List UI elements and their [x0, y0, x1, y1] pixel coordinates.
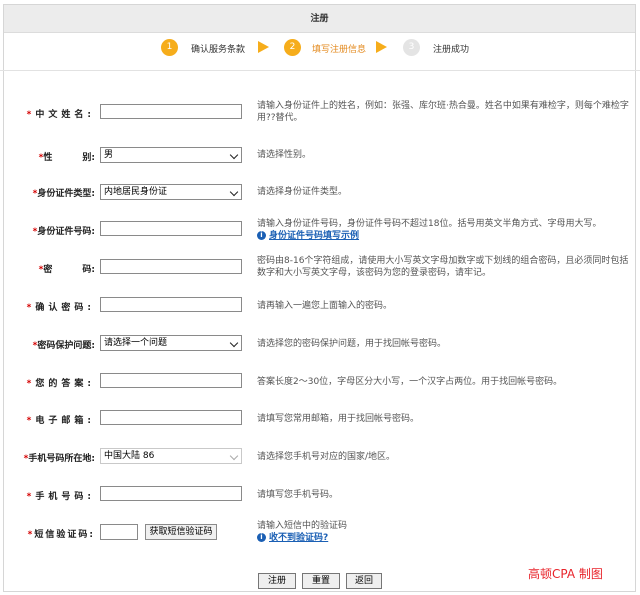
id-type-select[interactable]: 内地居民身份证 — [100, 184, 242, 200]
registration-panel: 注册 — [3, 4, 636, 592]
email-label: *电子邮箱: — [26, 416, 95, 426]
answer-label: *您的答案: — [26, 379, 95, 389]
question-hint: 请选择您的密码保护问题，用于找回帐号密码。 — [257, 339, 447, 349]
submit-button[interactable]: 注册 — [258, 573, 296, 589]
answer-hint: 答案长度2～30位，字母区分大小写，一个汉字占两位。用于找回帐号密码。 — [257, 377, 563, 387]
step-arrow-icon — [376, 41, 387, 53]
name-input[interactable] — [100, 104, 242, 119]
confirm-hint: 请再输入一遍您上面输入的密码。 — [257, 301, 393, 311]
password-hint: 密码由8-16个字符组成，请使用大小写英文字母加数字或下划线的组合密码，且必须同… — [257, 256, 629, 278]
region-select[interactable]: 中国大陆 86 — [100, 448, 242, 464]
gender-hint: 请选择性别。 — [257, 150, 312, 160]
region-hint: 请选择您手机号对应的国家/地区。 — [257, 452, 396, 462]
watermark: 高顿CPA 制图 — [528, 567, 603, 581]
progress-steps: 1 确认服务条款 2 填写注册信息 3 注册成功 — [0, 33, 640, 63]
id-example-link[interactable]: i 身份证件号码填写示例 — [257, 230, 632, 242]
no-code-link[interactable]: i 收不到验证码? — [257, 532, 632, 544]
chevron-down-icon — [229, 187, 239, 197]
password-input[interactable] — [100, 259, 242, 274]
question-select[interactable]: 请选择一个问题 — [100, 335, 242, 351]
id-number-input[interactable] — [100, 221, 242, 236]
get-sms-code-button[interactable]: 获取短信验证码 — [145, 524, 217, 540]
id-number-hint: 请输入身份证件号码，身份证件号码不超过18位。括号用英文半角方式、字母用大写。 … — [257, 218, 632, 242]
question-label: *密码保护问题: — [32, 341, 95, 351]
step-1-circle: 1 — [161, 39, 178, 56]
phone-input[interactable] — [100, 486, 242, 501]
page-title: 注册 — [4, 5, 635, 33]
password-label: *密 码: — [38, 265, 95, 275]
step-3-circle: 3 — [403, 39, 420, 56]
id-type-label: *身份证件类型: — [32, 189, 95, 199]
step-2-circle: 2 — [284, 39, 301, 56]
gender-label: *性 别: — [38, 153, 95, 163]
answer-input[interactable] — [100, 373, 242, 388]
region-label: *手机号码所在地: — [23, 454, 95, 464]
step-2-label: 填写注册信息 — [312, 45, 367, 55]
back-button[interactable]: 返回 — [346, 573, 382, 589]
chevron-down-icon — [229, 451, 239, 461]
chevron-down-icon — [229, 338, 239, 348]
phone-hint: 请填写您手机号码。 — [257, 490, 339, 500]
step-1-label: 确认服务条款 — [191, 45, 246, 55]
name-hint: 请输入身份证件上的姓名，例如：张强、库尔班·热合曼。姓名中如果有难检字，则每个难… — [257, 101, 629, 123]
name-label: *中文姓名: — [26, 110, 95, 120]
sms-hint: 请输入短信中的验证码 i 收不到验证码? — [257, 520, 632, 544]
gender-select[interactable]: 男 — [100, 147, 242, 163]
confirm-password-input[interactable] — [100, 297, 242, 312]
confirm-label: *确认密码: — [26, 303, 95, 313]
id-type-hint: 请选择身份证件类型。 — [257, 187, 348, 197]
phone-label: *手机号码: — [26, 492, 95, 502]
step-3-label: 注册成功 — [433, 45, 470, 55]
chevron-down-icon — [229, 150, 239, 160]
step-arrow-icon — [258, 41, 269, 53]
reset-button[interactable]: 重置 — [302, 573, 340, 589]
sms-label: *短信验证码: — [27, 530, 95, 540]
email-field[interactable] — [100, 410, 242, 425]
info-icon: i — [257, 231, 266, 240]
email-hint: 请填写您常用邮箱，用于找回帐号密码。 — [257, 414, 420, 424]
divider — [0, 70, 640, 71]
id-number-label: *身份证件号码: — [32, 227, 95, 237]
info-icon: i — [257, 533, 266, 542]
sms-code-input[interactable] — [100, 524, 138, 540]
